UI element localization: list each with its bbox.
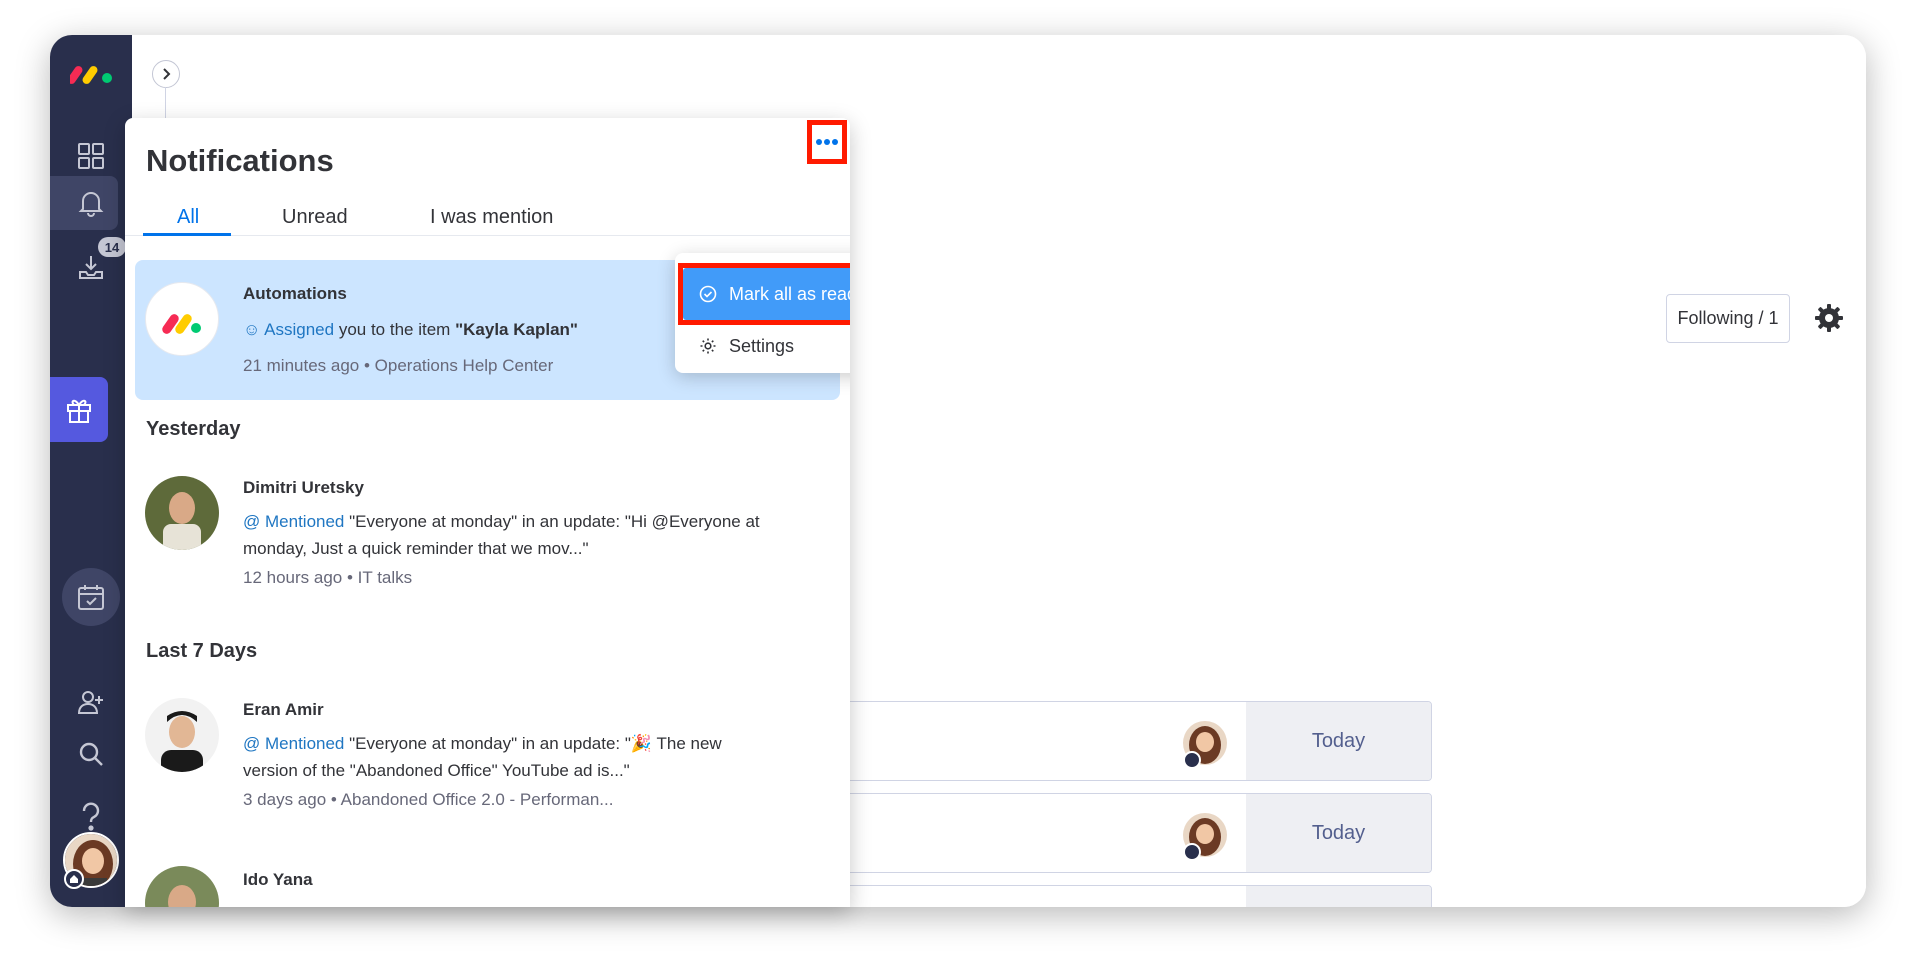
meta-separator: • xyxy=(363,356,370,375)
sender-avatar xyxy=(145,866,219,907)
notification-meta: 21 minutes ago • Operations Help Center xyxy=(243,356,553,376)
home-workspace-icon xyxy=(1183,843,1201,861)
my-work-button[interactable] xyxy=(62,568,120,626)
row-date-cell[interactable]: Today xyxy=(1246,794,1431,872)
settings-menu-item[interactable]: Settings xyxy=(683,326,850,366)
time-ago: 3 days ago xyxy=(243,790,327,809)
home-workspace-icon xyxy=(64,869,84,889)
sender-name: Ido Yana xyxy=(243,870,313,889)
mention-icon: @ xyxy=(243,512,261,531)
row-date-cell[interactable] xyxy=(1246,886,1431,907)
section-last-7-days: Last 7 Days xyxy=(146,640,258,662)
monday-logo-icon[interactable] xyxy=(70,59,114,85)
gear-icon xyxy=(700,338,716,354)
mention-icon: @ xyxy=(243,734,261,753)
sender-name: Automations xyxy=(243,284,347,303)
gift-icon xyxy=(67,399,91,423)
action-link[interactable]: Assigned xyxy=(264,320,334,339)
expand-sidebar-button[interactable] xyxy=(152,60,180,88)
sender-avatar xyxy=(145,476,219,550)
bell-icon[interactable] xyxy=(72,184,110,222)
notification-item[interactable]: Dimitri Uretsky @ Mentioned "Everyone at… xyxy=(135,458,840,618)
settings-label: Settings xyxy=(729,335,795,356)
notification-text: @ Mentioned "Everyone at monday" in an u… xyxy=(243,508,763,562)
following-button[interactable]: Following / 1 xyxy=(1666,294,1790,343)
board-row[interactable]: Today xyxy=(787,701,1432,781)
more-options-button[interactable] xyxy=(807,120,847,164)
notification-text: @ Mentioned "Everyone at monday" in an u… xyxy=(243,730,763,784)
notification-meta: 12 hours ago • IT talks xyxy=(243,568,412,588)
gift-button[interactable] xyxy=(50,377,108,442)
gear-icon xyxy=(1815,304,1843,332)
assigned-icon: ☺ xyxy=(243,320,261,339)
calendar-check-icon xyxy=(78,585,104,610)
section-yesterday: Yesterday xyxy=(146,418,241,440)
help-icon[interactable] xyxy=(72,798,110,836)
home-workspace-icon xyxy=(1183,751,1201,769)
sender-name: Dimitri Uretsky xyxy=(243,478,364,497)
time-ago: 21 minutes ago xyxy=(243,356,360,375)
left-sidebar: 14 xyxy=(50,35,132,907)
panel-title: Notifications xyxy=(146,143,334,178)
text-part: you to the item xyxy=(338,320,451,339)
notification-item[interactable]: Ido Yana xyxy=(135,848,840,907)
workspaces-grid-icon[interactable] xyxy=(72,137,110,175)
active-tab-indicator xyxy=(143,233,231,236)
notifications-panel: Notifications All Unread I was mention A… xyxy=(125,118,850,907)
notifications-options-menu: Mark all as read Settings xyxy=(675,253,850,373)
notification-item[interactable]: Eran Amir @ Mentioned "Everyone at monda… xyxy=(135,680,840,840)
source-board[interactable]: Operations Help Center xyxy=(375,356,554,375)
sender-name: Eran Amir xyxy=(243,700,324,719)
action-link[interactable]: Mentioned xyxy=(265,512,344,531)
meta-separator: • xyxy=(346,568,353,587)
automations-avatar xyxy=(145,282,219,356)
sender-avatar xyxy=(145,698,219,772)
highlight-box xyxy=(678,263,850,325)
item-name: "Kayla Kaplan" xyxy=(455,320,578,339)
notification-meta: 3 days ago • Abandoned Office 2.0 - Perf… xyxy=(243,790,613,810)
board-settings-button[interactable] xyxy=(1812,301,1846,335)
time-ago: 12 hours ago xyxy=(243,568,343,587)
row-date-cell[interactable]: Today xyxy=(1246,702,1431,780)
invite-user-icon[interactable] xyxy=(72,683,110,721)
search-icon[interactable] xyxy=(72,735,110,773)
tabs-divider xyxy=(125,235,850,236)
board-row[interactable] xyxy=(787,885,1432,907)
board-row[interactable]: Today xyxy=(787,793,1432,873)
source-board[interactable]: Abandoned Office 2.0 - Performan... xyxy=(341,790,614,809)
inbox-count-badge: 14 xyxy=(98,237,126,257)
action-link[interactable]: Mentioned xyxy=(265,734,344,753)
ellipsis-icon xyxy=(816,139,838,145)
chevron-right-icon xyxy=(163,68,171,80)
source-board[interactable]: IT talks xyxy=(358,568,412,587)
meta-separator: • xyxy=(330,790,337,809)
